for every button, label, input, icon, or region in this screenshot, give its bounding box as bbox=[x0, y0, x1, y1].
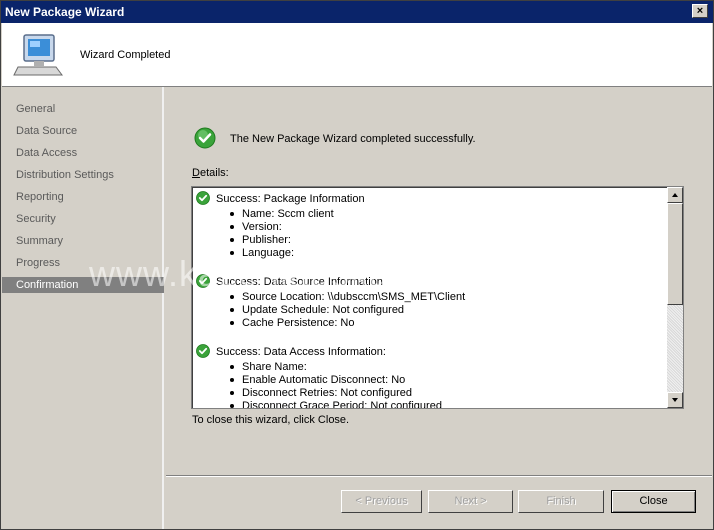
next-button[interactable]: Next > bbox=[428, 490, 513, 513]
arrow-down-icon bbox=[672, 398, 678, 402]
finish-button[interactable]: Finish bbox=[518, 490, 604, 513]
scroll-up-button[interactable] bbox=[667, 187, 683, 203]
computer-icon bbox=[13, 34, 63, 76]
bullet-icon bbox=[230, 251, 234, 255]
details-item: Enable Automatic Disconnect: No bbox=[242, 374, 406, 386]
details-item: Version: bbox=[242, 221, 282, 233]
footer-divider bbox=[166, 475, 712, 477]
arrow-up-icon bbox=[672, 193, 678, 197]
wizard-nav: General Data Source Data Access Distributio… bbox=[2, 87, 164, 529]
details-label: Details: bbox=[192, 167, 229, 179]
details-textbox[interactable]: Success: Package Information Name: Sccm c… bbox=[191, 186, 684, 409]
details-list: Success: Package Information Name: Sccm c… bbox=[192, 187, 668, 408]
bullet-icon bbox=[230, 365, 234, 369]
details-item: Name: Sccm client bbox=[242, 208, 334, 220]
success-message: The New Package Wizard completed success… bbox=[230, 133, 476, 145]
nav-item-data-access[interactable]: Data Access bbox=[2, 145, 164, 161]
bullet-icon bbox=[230, 225, 234, 229]
details-item: Language: bbox=[242, 247, 294, 259]
bullet-icon bbox=[230, 404, 234, 408]
wizard-window: New Package Wizard × Wizard Completed Ge… bbox=[0, 0, 714, 530]
success-check-icon bbox=[196, 344, 210, 358]
bullet-icon bbox=[230, 295, 234, 299]
bullet-icon bbox=[230, 391, 234, 395]
scroll-thumb[interactable] bbox=[667, 203, 683, 305]
wizard-page-title: Wizard Completed bbox=[80, 49, 171, 61]
close-button[interactable]: Close bbox=[611, 490, 696, 513]
previous-button[interactable]: < Previous bbox=[341, 490, 422, 513]
details-section-title: Success: Package Information bbox=[216, 193, 365, 205]
title-bar: New Package Wizard × bbox=[1, 1, 713, 23]
bullet-icon bbox=[230, 238, 234, 242]
details-item: Update Schedule: Not configured bbox=[242, 304, 405, 316]
content-pane: The New Package Wizard completed success… bbox=[166, 87, 712, 475]
close-hint: To close this wizard, click Close. bbox=[192, 414, 350, 426]
bullet-icon bbox=[230, 212, 234, 216]
close-window-button[interactable]: × bbox=[692, 4, 708, 18]
details-item: Share Name: bbox=[242, 361, 307, 373]
bullet-icon bbox=[230, 308, 234, 312]
nav-item-distribution-settings[interactable]: Distribution Settings bbox=[2, 167, 164, 183]
details-section-title: Success: Data Source Information bbox=[216, 276, 383, 288]
details-section-title: Success: Data Access Information: bbox=[216, 346, 386, 358]
nav-item-confirmation[interactable]: Confirmation bbox=[2, 277, 164, 293]
details-item: Disconnect Retries: Not configured bbox=[242, 387, 412, 399]
details-item: Publisher: bbox=[242, 234, 291, 246]
window-title: New Package Wizard bbox=[5, 5, 125, 19]
details-item: Cache Persistence: No bbox=[242, 317, 355, 329]
bullet-icon bbox=[230, 321, 234, 325]
success-check-icon bbox=[196, 191, 210, 205]
details-item: Source Location: \\dubsccm\SMS_MET\Clien… bbox=[242, 291, 466, 303]
nav-item-reporting[interactable]: Reporting bbox=[2, 189, 164, 205]
scroll-down-button[interactable] bbox=[667, 392, 683, 408]
nav-item-summary[interactable]: Summary bbox=[2, 233, 164, 249]
details-item: Disconnect Grace Period: Not configured bbox=[242, 400, 442, 408]
nav-item-security[interactable]: Security bbox=[2, 211, 164, 227]
success-check-icon bbox=[196, 274, 210, 288]
details-scrollbar[interactable] bbox=[667, 187, 683, 408]
details-label-accel: D bbox=[192, 167, 200, 179]
nav-item-progress[interactable]: Progress bbox=[2, 255, 164, 271]
nav-item-data-source[interactable]: Data Source bbox=[2, 123, 164, 139]
wizard-header: Wizard Completed bbox=[2, 23, 712, 87]
success-check-icon bbox=[194, 127, 216, 149]
bullet-icon bbox=[230, 378, 234, 382]
nav-item-general[interactable]: General bbox=[2, 101, 164, 117]
